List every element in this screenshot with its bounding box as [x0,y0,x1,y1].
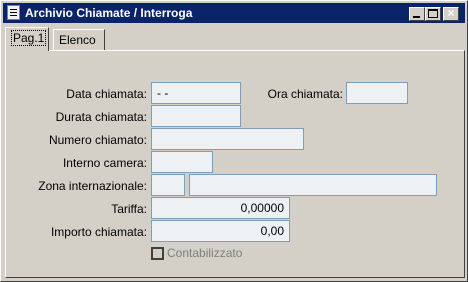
minimize-button[interactable] [409,7,425,21]
importo-chiamata-label: Importo chiamata: [50,225,147,239]
close-icon: × [447,6,455,20]
ora-chiamata-label: Ora chiamata: [267,87,343,101]
ora-chiamata-field[interactable] [346,82,408,104]
tab-pag1[interactable]: Pag.1 [5,27,49,51]
zona-internazionale-description-field[interactable] [189,174,437,196]
minimize-icon [413,16,420,18]
contabilizzato-checkbox[interactable] [151,247,164,260]
interno-camera-field[interactable] [151,151,213,173]
maximize-button[interactable] [425,7,441,21]
window: Archivio Chiamate / Interroga × Pag.1 El… [0,0,468,282]
tariffa-field[interactable]: 0,00000 [151,197,290,219]
title-bar[interactable]: Archivio Chiamate / Interroga × [3,3,465,23]
importo-chiamata-field[interactable]: 0,00 [151,220,290,242]
window-title: Archivio Chiamate / Interroga [25,6,193,20]
close-button[interactable]: × [443,6,459,21]
numero-chiamato-field[interactable] [151,128,304,150]
interno-camera-label: Interno camera: [62,156,147,170]
zona-internazionale-label: Zona internazionale: [38,179,147,193]
durata-chiamata-field[interactable] [151,105,241,127]
zona-internazionale-code-field[interactable] [151,174,185,196]
data-chiamata-label: Data chiamata: [66,87,147,101]
contabilizzato-label: Contabilizzato [167,246,243,260]
tariffa-label: Tariffa: [111,202,147,216]
durata-chiamata-label: Durata chiamata: [55,110,147,124]
maximize-icon [428,9,438,18]
data-chiamata-field[interactable]: - - [151,82,241,104]
document-icon [7,5,20,20]
tab-elenco[interactable]: Elenco [53,29,105,50]
numero-chiamato-label: Numero chiamato: [48,133,147,147]
